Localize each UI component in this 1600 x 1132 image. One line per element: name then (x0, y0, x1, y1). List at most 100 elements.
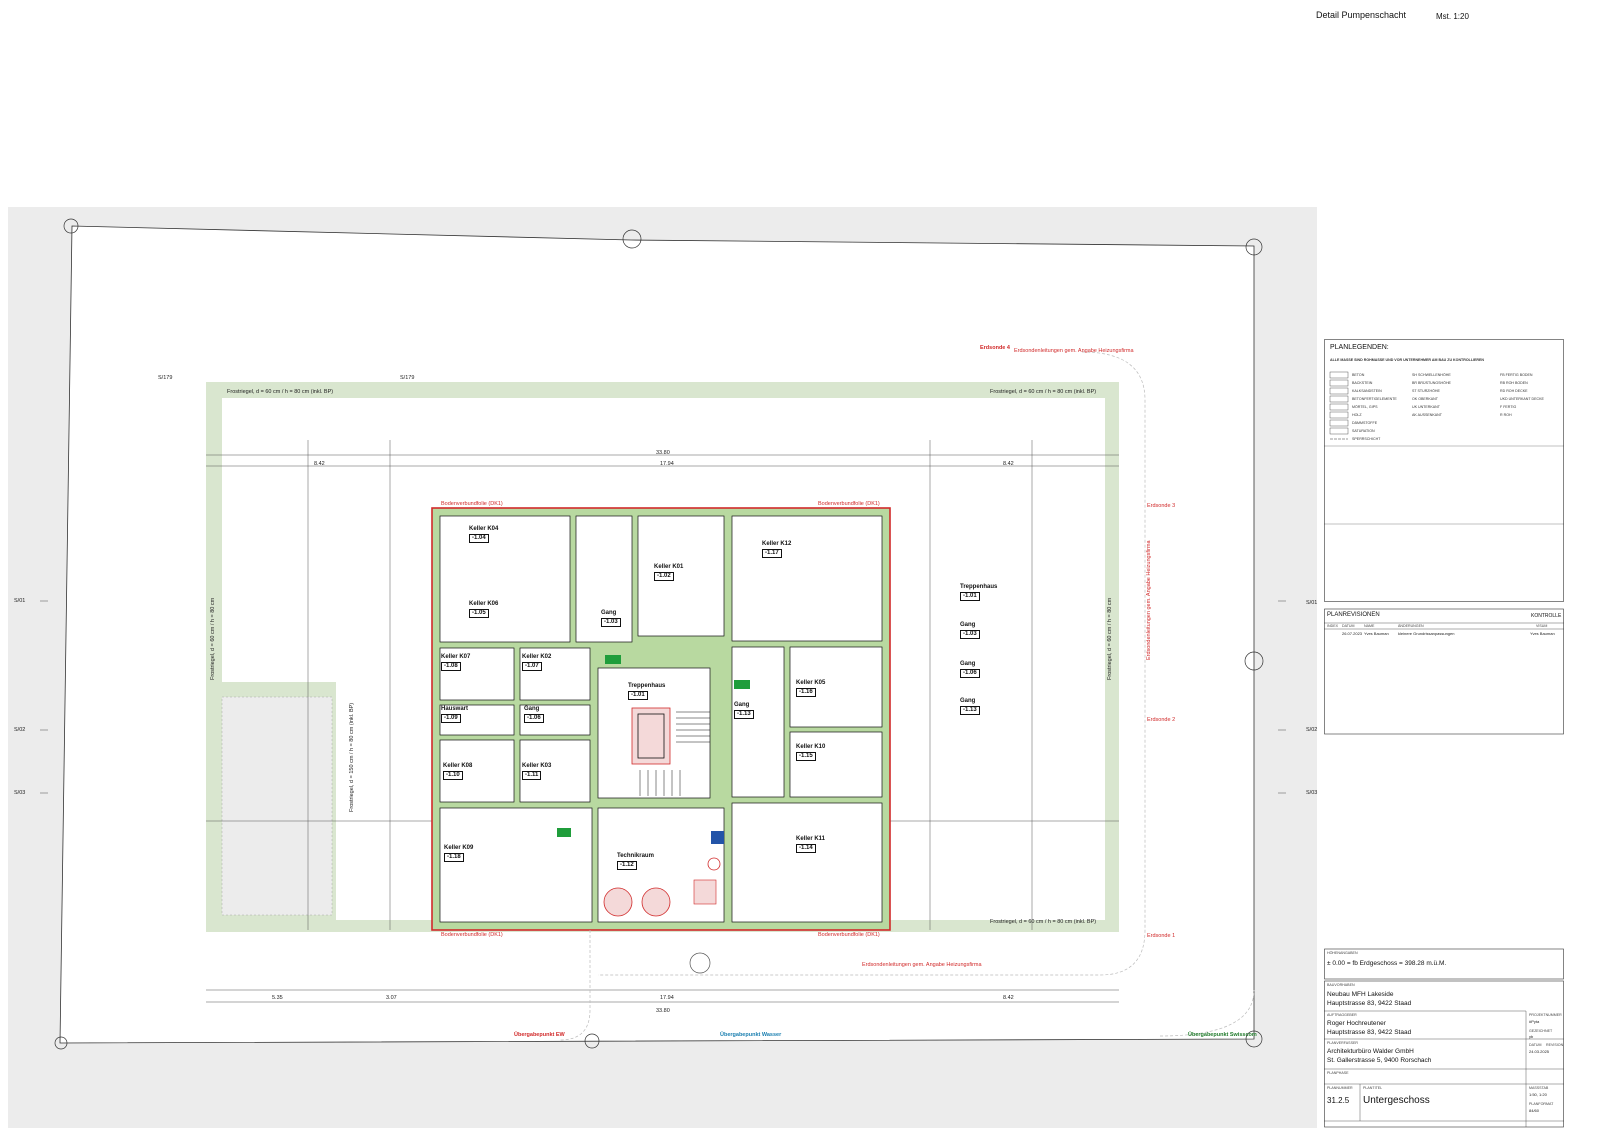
legend-abbr: SH SCHWELLENHÖHE (1412, 373, 1451, 377)
room-level: -1.01 (628, 691, 648, 701)
datum-value: 24.03.2025 (1529, 1049, 1550, 1054)
room-name: Keller K08 (443, 763, 473, 769)
erdsonde-2-label: Erdsonde 2 (1147, 717, 1176, 723)
legend-abbr: UKD UNTERKANT DECKE (1500, 397, 1544, 401)
room-level: -1.03 (601, 618, 621, 628)
legend-material: HOLZ (1352, 413, 1362, 417)
legend-material: DÄMMSTOFFE (1352, 421, 1378, 425)
room-k10: Keller K10 -1.15 (796, 744, 825, 762)
massstab-value: 1:50, 1:20 (1529, 1092, 1547, 1097)
revisions-heading: PLANREVISIONEN (1327, 612, 1380, 618)
rev-row-datum: 26.07.2023 (1342, 631, 1363, 636)
dim-total-top: 33.80 (656, 450, 670, 456)
bauvorhaben-1: Neubau MFH Lakeside (1327, 991, 1394, 998)
datum-label: DATUM (1529, 1043, 1542, 1047)
room-level: -1.13 (734, 710, 754, 720)
room-name: Keller K09 (444, 845, 474, 851)
room-level: -1.12 (617, 861, 637, 871)
revision-label: REVISION (1546, 1043, 1564, 1047)
bauherr-1: Roger Hochreutener (1327, 1020, 1386, 1027)
side-list-level: -1.01 (960, 592, 980, 602)
bauvorhaben-2: Hauptstrasse 83, 9422 Staad (1327, 1000, 1412, 1007)
uebergabe-wasser-label: Übergabepunkt Wasser (720, 1032, 782, 1038)
room-name: Keller K03 (522, 763, 552, 769)
uebergabe-ew-label: Übergabepunkt EW (514, 1032, 565, 1038)
legend-abbr: OK OBERKANT (1412, 397, 1438, 401)
axis-label-right-3: S/03 (1306, 790, 1318, 796)
dim-total-bottom: 33.80 (656, 1008, 670, 1014)
room-gang-1: Gang -1.03 (601, 610, 621, 628)
room-gang-3: Gang -1.13 (734, 702, 754, 720)
fire-panel (711, 831, 724, 844)
exit-sign (734, 680, 750, 689)
rev-row-name: Yves Bauman (1364, 631, 1389, 636)
room-level: -1.06 (524, 714, 544, 724)
legend-abbr: F FERTIG (1500, 405, 1517, 409)
exit-sign (605, 655, 621, 664)
detail-title: Detail Pumpenschacht (1316, 10, 1407, 20)
rev-col-aenderungen: ÄNDERUNGEN (1398, 624, 1424, 628)
side-list-name: Gang (960, 698, 976, 704)
room-name: Gang (601, 610, 617, 616)
rev-col-index: INDEX (1327, 624, 1338, 628)
side-list-name: Gang (960, 661, 976, 667)
detail-scale: Mst. 1:20 (1436, 12, 1469, 21)
sonde-note-vertical: Erdsondenleitungen gem. Angabe Heizungsf… (1146, 540, 1152, 660)
bodenverbund-bottom-left: Bodenverbundfolie (DK1) (441, 932, 503, 938)
architekt-label: PLANVERFASSER (1327, 1041, 1358, 1045)
rev-col-name: NAME (1364, 624, 1375, 628)
planphase-label: PLANPHASE (1327, 1071, 1349, 1075)
room-level: -1.09 (441, 714, 461, 724)
format-label: PLANFORMAT (1529, 1102, 1554, 1106)
legend-abbr: AK AUSSENKANT (1412, 413, 1442, 417)
room-level: -1.18 (444, 853, 464, 863)
room-k03: Keller K03 -1.11 (522, 763, 552, 781)
axis-label-left-2: S/02 (14, 727, 26, 733)
room-name: Keller K01 (654, 564, 684, 570)
legend-abbr: UK UNTERKANT (1412, 405, 1440, 409)
room-k04: Keller K04 -1.04 (469, 526, 498, 544)
room-level: -1.08 (441, 662, 461, 672)
legend-material: BETONFERTIGELEMENTE (1352, 397, 1397, 401)
dim-b-seg-3: 17.94 (660, 995, 674, 1001)
room-level: -1.17 (762, 549, 782, 559)
frost-label-bottom-right: Frostriegel, d = 60 cm / h = 80 cm (inkl… (990, 919, 1097, 925)
architekt-2: St. Gallerstrasse 5, 9400 Rorschach (1327, 1057, 1432, 1064)
bodenverbund-bottom-right: Bodenverbundfolie (DK1) (818, 932, 880, 938)
frost-label-left-outer: Frostriegel, d = 60 cm / h = 80 cm (210, 597, 216, 680)
kontrolle-heading: KONTROLLE (1531, 613, 1562, 619)
side-list-level: -1.06 (960, 669, 980, 679)
axis-label-left-3: S/03 (14, 790, 26, 796)
dim-b-seg-1: 5.35 (272, 995, 283, 1001)
room-k05: Keller K05 -1.16 (796, 680, 825, 698)
gez-value: yb (1529, 1034, 1534, 1039)
room-name: Gang (524, 706, 540, 712)
legend-material: KALKSANDSTEIN (1352, 389, 1382, 393)
hoehe-value: ± 0.00 = fb Erdgeschoss = 398.28 m.ü.M. (1327, 960, 1447, 967)
room-level: -1.16 (796, 688, 816, 698)
sonde-note-top: Erdsondenleitungen gem. Angabe Heizungsf… (1014, 348, 1134, 354)
room-name: Technikraum (617, 853, 654, 859)
room-technikraum: Technikraum -1.12 (617, 853, 654, 871)
legend-abbr: R ROH (1500, 413, 1512, 417)
legend-material: BACKSTEIN (1352, 381, 1373, 385)
frost-label-left-inner: Frostriegel, d = 150 cm / h = 80 cm (ink… (349, 702, 355, 812)
room-k01: Keller K01 -1.02 (654, 564, 684, 582)
exit-sign (557, 828, 571, 837)
room-k02: Keller K02 -1.07 (522, 654, 551, 672)
side-list-level: -1.13 (960, 706, 980, 716)
plannr-value: 31.2.5 (1327, 1096, 1350, 1105)
title-block-frame (1324, 339, 1564, 1128)
room-gang-2: Gang -1.06 (524, 706, 544, 724)
frost-label-right: Frostriegel, d = 60 cm / h = 80 cm (1107, 597, 1113, 680)
bodenverbund-top-left: Bodenverbundfolie (DK1) (441, 501, 503, 507)
side-list-name: Gang (960, 622, 976, 628)
dim-b-seg-4: 8.42 (1003, 995, 1014, 1001)
axis-label-top-mid: S/179 (400, 375, 415, 381)
legend-note: ALLE MASSE SIND ROHMASSE UND VOR UNTERNE… (1330, 358, 1485, 362)
legend-material: MÖRTEL, GIPS (1352, 405, 1378, 409)
room-level: -1.07 (522, 662, 542, 672)
bauherr-2: Hauptstrasse 83, 9422 Staad (1327, 1029, 1412, 1036)
hoehe-label: HÖHENANGABEN (1327, 951, 1358, 955)
architekt-1: Architekturbüro Walder GmbH (1327, 1048, 1414, 1055)
